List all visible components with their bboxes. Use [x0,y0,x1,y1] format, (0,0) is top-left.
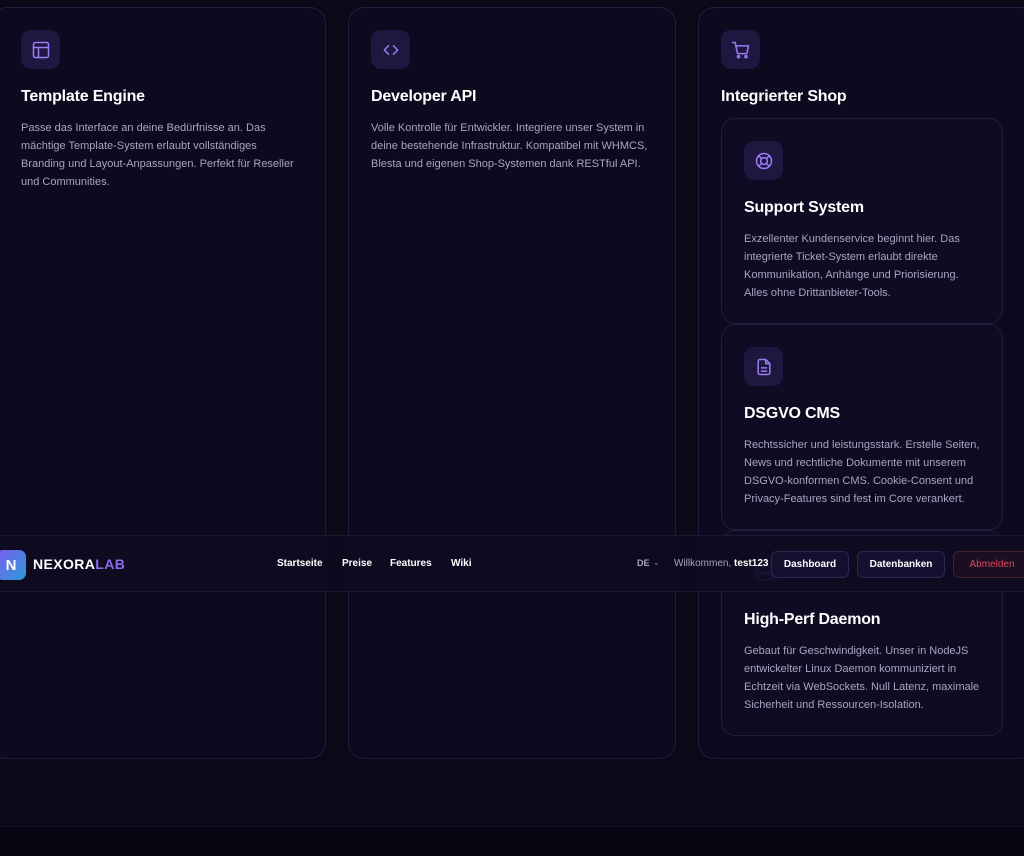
feature-title: High-Perf Daemon [744,611,881,628]
feature-title: Integrierter Shop [721,88,847,105]
feature-description: Volle Kontrolle für Entwickler. Integrie… [371,122,648,170]
username: test123 [734,558,769,569]
chevron-down-icon[interactable]: ⌄ [653,558,660,567]
nav-link-startseite[interactable]: Startseite [277,558,323,569]
feature-description: Passe das Interface an deine Bedürfnisse… [21,122,294,188]
logout-button[interactable]: Abmelden [953,551,1024,578]
feature-title: Support System [744,199,864,216]
layout-icon [21,30,60,69]
code-icon [371,30,410,69]
welcome-text: Willkommen, test123 [674,558,769,569]
feature-title: Developer API [371,88,477,105]
databases-button[interactable]: Datenbanken [857,551,945,578]
document-icon [744,347,783,386]
feature-description: Gebaut für Geschwindigkeit. Unser in Nod… [744,645,980,711]
nav-link-features[interactable]: Features [390,558,432,569]
logo-text[interactable]: NEXORALAB [33,556,125,572]
feature-description: Exzellenter Kundenservice beginnt hier. … [744,233,960,299]
feature-title: DSGVO CMS [744,405,840,422]
nav-link-preise[interactable]: Preise [342,558,372,569]
footer-band [0,826,1024,856]
cart-icon [721,30,760,69]
top-navbar: N NEXORALAB Startseite Preise Features W… [0,535,1024,592]
feature-description: Rechtssicher und leistungsstark. Erstell… [744,439,980,505]
dashboard-button[interactable]: Dashboard [771,551,849,578]
nav-link-wiki[interactable]: Wiki [451,558,471,569]
logo-mark[interactable]: N [0,550,26,580]
lifebuoy-icon [744,141,783,180]
language-selector[interactable]: DE [637,558,650,568]
feature-title: Template Engine [21,88,145,105]
